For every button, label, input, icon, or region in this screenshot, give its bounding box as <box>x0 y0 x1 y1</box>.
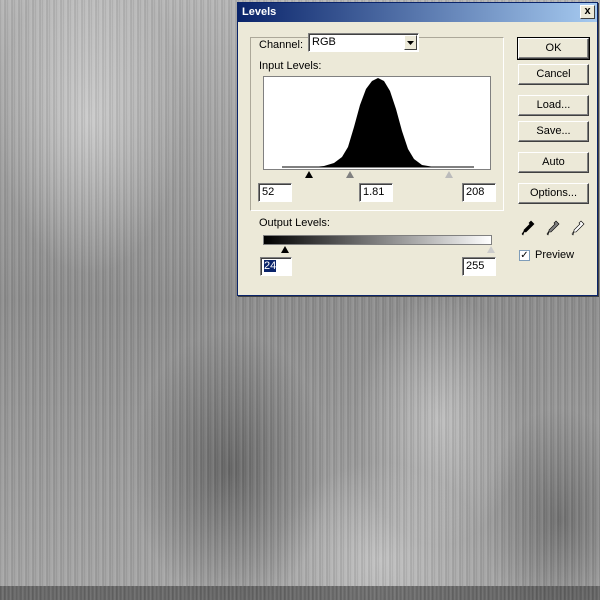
input-white-slider[interactable] <box>445 171 453 178</box>
save-button[interactable]: Save... <box>518 121 589 142</box>
output-white-field[interactable]: 255 <box>462 257 496 276</box>
output-black-field[interactable]: 24 <box>260 257 292 276</box>
channel-label: Channel: <box>259 39 304 51</box>
preview-label: Preview <box>535 249 575 261</box>
output-gradient-bar <box>263 235 492 245</box>
input-gamma-field[interactable]: 1.81 <box>359 183 393 202</box>
black-eyedropper-icon[interactable] <box>521 220 535 238</box>
dialog-title: Levels <box>242 6 277 18</box>
input-black-field[interactable]: 52 <box>258 183 292 202</box>
title-bar[interactable]: Levels x <box>238 3 597 22</box>
output-black-slider[interactable] <box>281 246 289 253</box>
cancel-button[interactable]: Cancel <box>518 64 589 85</box>
auto-button[interactable]: Auto <box>518 152 589 173</box>
gray-eyedropper-icon[interactable] <box>546 220 560 238</box>
channel-value: RGB <box>312 36 336 48</box>
input-levels-label: Input Levels: <box>259 60 322 72</box>
load-button[interactable]: Load... <box>518 95 589 116</box>
histogram-graph <box>282 78 474 168</box>
levels-dialog: Levels x Channel: RGB Input Levels: 52 1… <box>237 2 598 296</box>
white-eyedropper-icon[interactable] <box>571 220 585 238</box>
input-white-field[interactable]: 208 <box>462 183 496 202</box>
preview-checkbox[interactable]: ✓ <box>519 250 530 261</box>
options-button[interactable]: Options... <box>518 183 589 204</box>
close-button[interactable]: x <box>580 5 595 19</box>
output-levels-label: Output Levels: <box>259 217 330 229</box>
input-gamma-slider[interactable] <box>346 171 354 178</box>
output-white-slider[interactable] <box>487 246 495 253</box>
histogram <box>263 76 491 170</box>
ok-button[interactable]: OK <box>517 37 590 60</box>
channel-select[interactable]: RGB <box>308 33 419 52</box>
chevron-down-icon[interactable] <box>404 35 417 50</box>
input-black-slider[interactable] <box>305 171 313 178</box>
output-black-value: 24 <box>264 260 277 272</box>
